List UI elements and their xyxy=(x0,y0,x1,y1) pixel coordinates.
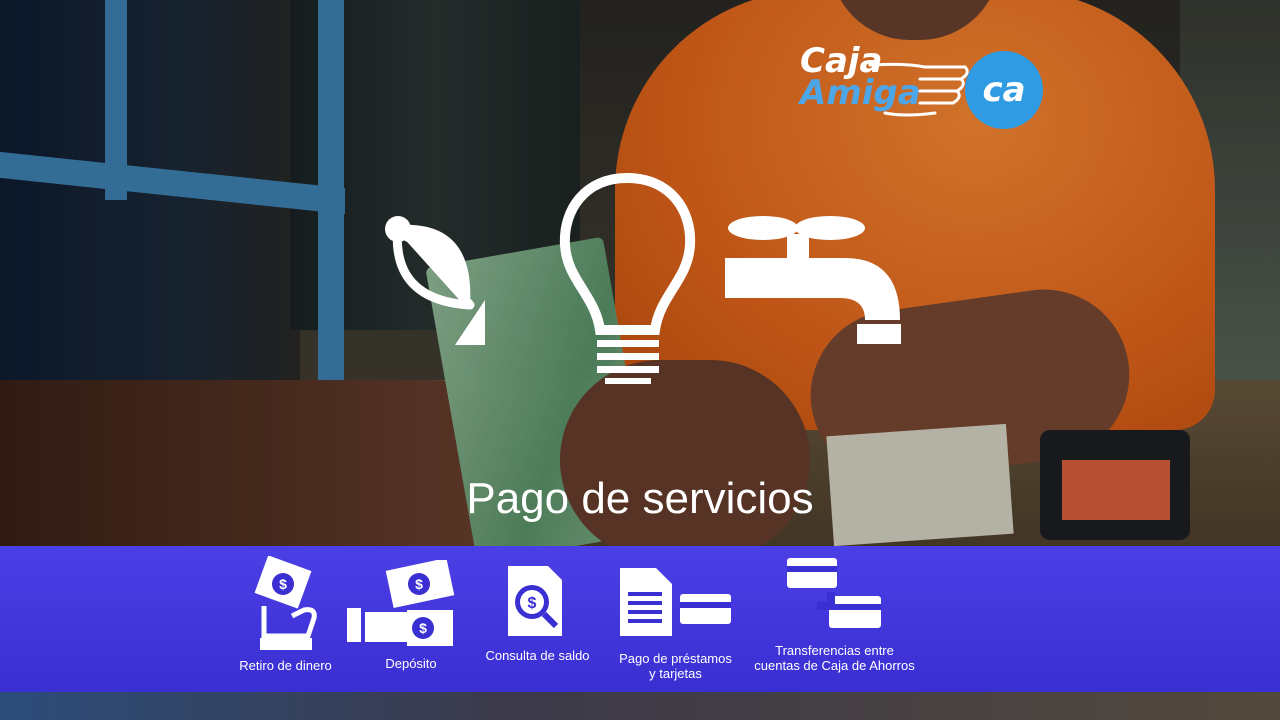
loan-card-payment-icon xyxy=(620,568,731,636)
service-label-retiro: Retiro de dinero xyxy=(239,658,332,673)
lightbulb-icon xyxy=(559,172,696,384)
satellite-dish-icon xyxy=(385,216,485,345)
service-label-consulta: Consulta de saldo xyxy=(485,648,590,663)
svg-text:$: $ xyxy=(528,595,537,612)
service-label-transferencias: Transferencias entre cuentas de Caja de … xyxy=(754,643,915,673)
service-label-deposito: Depósito xyxy=(385,656,437,671)
caja-amiga-logo: Caja Amiga ca xyxy=(770,44,1070,135)
pointing-hand-icon xyxy=(868,62,969,117)
headline: Pago de servicios xyxy=(466,474,814,523)
svg-text:$: $ xyxy=(415,576,423,592)
photo-bottom-strip xyxy=(0,692,1280,720)
transfer-icon xyxy=(787,558,881,628)
service-label-prestamos: Pago de préstamos y tarjetas xyxy=(619,651,732,681)
cash-withdrawal-icon: $ xyxy=(254,556,317,650)
logo-badge: ca xyxy=(965,51,1043,129)
svg-text:$: $ xyxy=(419,620,427,636)
services-band: $ Retiro de dinero $ $ Depósito $ Consul… xyxy=(0,546,1280,692)
water-faucet-icon xyxy=(725,216,901,344)
svg-text:$: $ xyxy=(279,576,287,592)
deposit-icon: $ $ xyxy=(347,560,455,646)
balance-inquiry-icon: $ xyxy=(508,566,562,636)
